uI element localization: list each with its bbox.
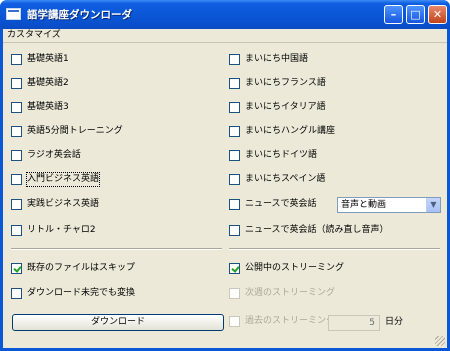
checkbox-box[interactable] — [11, 288, 22, 299]
checkbox-box[interactable] — [229, 78, 240, 89]
past-days-unit: 日分 — [385, 317, 404, 327]
minimize-button[interactable]: – — [384, 5, 403, 24]
client-area: カスタマイズ 基礎英語1 基礎英語2 基礎英語3 英語5分間トレーニング ラジオ… — [3, 29, 447, 348]
checkbox-box[interactable] — [229, 102, 240, 113]
maximize-icon: □ — [410, 8, 421, 21]
checkbox-box[interactable] — [11, 54, 22, 65]
checkbox-box[interactable] — [11, 102, 22, 113]
checkbox-box — [229, 288, 240, 299]
title-bar[interactable]: 語学講座ダウンローダ – □ ✕ — [0, 0, 450, 29]
checkbox-box[interactable] — [11, 225, 22, 236]
checkbox-box[interactable] — [229, 199, 240, 210]
download-button[interactable]: ダウンロード — [12, 314, 224, 331]
resize-grip-icon[interactable] — [435, 336, 445, 346]
checkbox-box[interactable] — [11, 174, 22, 185]
close-button[interactable]: ✕ — [428, 5, 447, 24]
checkbox-box[interactable] — [11, 126, 22, 137]
divider-right — [229, 248, 440, 250]
app-window-icon — [6, 8, 21, 20]
checkbox-box[interactable] — [11, 78, 22, 89]
menu-bar: カスタマイズ — [3, 29, 447, 42]
maximize-button[interactable]: □ — [406, 5, 425, 24]
checkbox-box[interactable] — [11, 199, 22, 210]
checkbox-box — [229, 316, 240, 327]
menu-divider — [3, 42, 447, 43]
checkbox-box[interactable] — [229, 263, 240, 274]
checkbox-box[interactable] — [229, 126, 240, 137]
divider-left — [11, 248, 222, 250]
app-window: 語学講座ダウンローダ – □ ✕ カスタマイズ 基礎英語1 基礎英語2 基礎英語… — [0, 0, 450, 351]
window-title: 語学講座ダウンローダ — [27, 9, 132, 21]
news-format-select[interactable]: 音声と動画 ▼ — [337, 197, 441, 213]
chevron-down-icon[interactable]: ▼ — [426, 198, 440, 212]
menu-customize[interactable]: カスタマイズ — [7, 29, 61, 42]
close-icon: ✕ — [432, 8, 443, 21]
checkbox-box[interactable] — [11, 150, 22, 161]
checkbox-box[interactable] — [229, 54, 240, 65]
checkbox-box[interactable] — [229, 225, 240, 236]
checkbox-box[interactable] — [229, 150, 240, 161]
past-days-input: 5 — [328, 315, 380, 331]
checkbox-box[interactable] — [11, 263, 22, 274]
minimize-icon: – — [390, 8, 397, 21]
checkbox-box[interactable] — [229, 174, 240, 185]
